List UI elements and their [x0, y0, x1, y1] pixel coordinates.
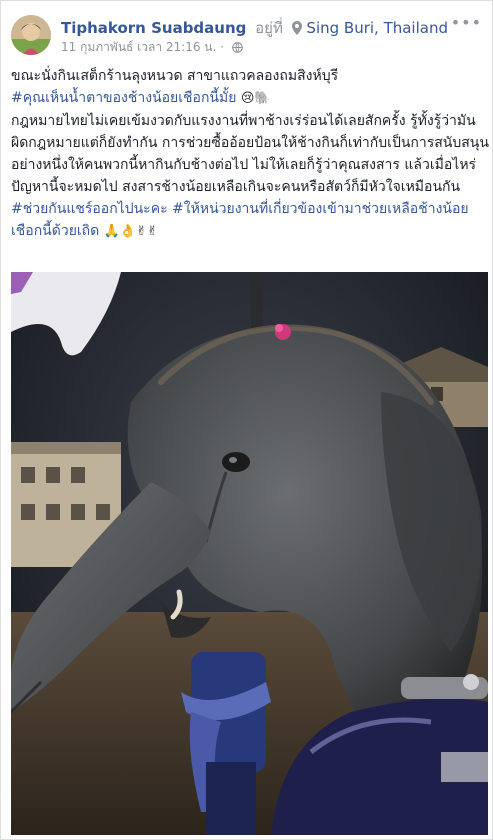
post-header: Tiphakorn Suabdaung อยู่ที่ Sing Buri, T…: [11, 13, 482, 59]
post-line-2: #คุณเห็นน้ำตาของช้างน้อยเชือกนี้มั้ย 😢🐘: [11, 87, 489, 110]
at-location-text: อยู่ที่: [255, 19, 283, 37]
profile-avatar[interactable]: [11, 15, 51, 55]
location-link[interactable]: Sing Buri, Thailand: [306, 19, 448, 37]
post-meta: 11 กุมภาพันธ์ เวลา 21:16 น. ·: [61, 38, 243, 57]
author-line: Tiphakorn Suabdaung อยู่ที่ Sing Buri, T…: [61, 16, 448, 40]
facebook-post: Tiphakorn Suabdaung อยู่ที่ Sing Buri, T…: [0, 0, 493, 840]
elephant-photo: [11, 272, 488, 835]
more-options-button[interactable]: •••: [451, 13, 482, 32]
meta-separator: ·: [220, 40, 224, 54]
globe-icon[interactable]: [231, 42, 243, 56]
map-pin-icon: [291, 21, 302, 39]
avatar-image: [11, 15, 51, 55]
post-photo[interactable]: [11, 272, 488, 835]
post-timestamp[interactable]: 11 กุมภาพันธ์ เวลา 21:16 น.: [61, 40, 216, 54]
post-line-1: ขณะนั่งกินเสต็กร้านลุงหนวด สาขาแถวคลองถม…: [11, 68, 339, 84]
author-name[interactable]: Tiphakorn Suabdaung: [61, 19, 246, 37]
post-body: ขณะนั่งกินเสต็กร้านลุงหนวด สาขาแถวคลองถม…: [11, 65, 489, 243]
post-hashtags: #ช่วยกันแชร์ออกไปนะคะ #ให้หน่วยงานที่เกี…: [11, 198, 489, 243]
crying-face-icon: 😢🐘: [240, 91, 271, 106]
hashtag-link[interactable]: #คุณเห็นน้ำตาของช้างน้อยเชือกนี้มั้ย: [11, 90, 236, 106]
hashtag-link[interactable]: #ช่วยกันแชร์ออกไปนะคะ: [11, 201, 168, 217]
folded-hands-icon: 🙏👌✌✌: [103, 224, 158, 239]
post-paragraph: กฎหมายไทยไม่เคยเข้มงวดกับแรงงานที่พาช้าง…: [11, 113, 489, 195]
